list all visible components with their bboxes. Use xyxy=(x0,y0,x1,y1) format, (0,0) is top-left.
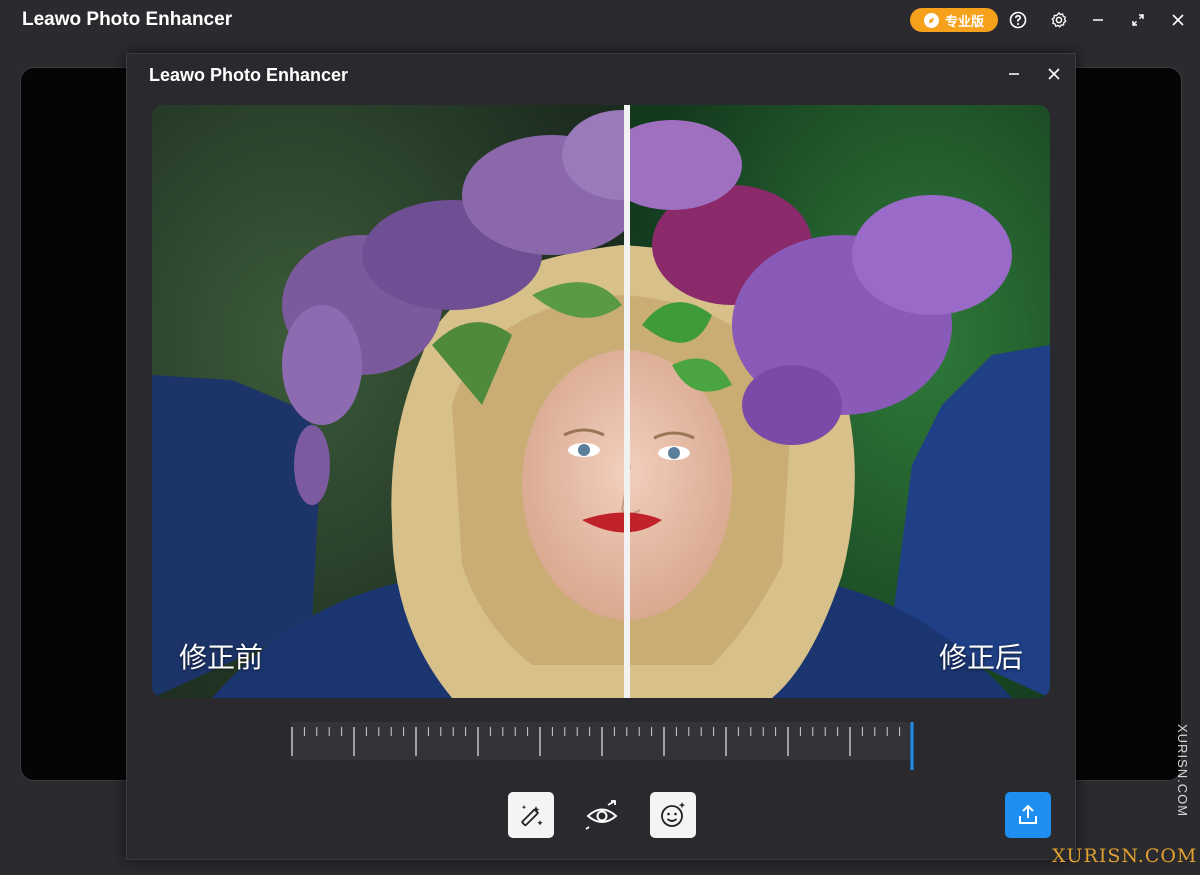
dialog-close-button[interactable] xyxy=(1044,64,1064,84)
magic-enhance-icon xyxy=(521,805,543,827)
dialog-title: Leawo Photo Enhancer xyxy=(149,65,349,85)
face-enhance-button[interactable] xyxy=(650,792,696,838)
settings-button[interactable] xyxy=(1048,9,1070,31)
close-icon xyxy=(1172,14,1184,26)
ruler-slider[interactable] xyxy=(291,722,914,770)
app-title: Leawo Photo Enhancer xyxy=(22,9,233,30)
help-button[interactable] xyxy=(1007,9,1029,31)
after-label: 修正后 xyxy=(938,642,1023,673)
minimize-icon xyxy=(1009,73,1019,75)
pro-badge-button[interactable]: 专业版 xyxy=(910,8,998,32)
export-icon xyxy=(1019,804,1037,824)
close-icon xyxy=(1048,68,1060,80)
compare-dialog: Leawo Photo Enhancer 修正前 修正后 xyxy=(126,53,1076,860)
app-titlebar: Leawo Photo Enhancer 专业版 xyxy=(0,0,1200,42)
settings-icon xyxy=(1051,12,1067,28)
portrait-image xyxy=(152,105,1050,698)
maximize-button[interactable] xyxy=(1127,9,1149,31)
export-button[interactable] xyxy=(1005,792,1051,838)
slider-marker[interactable] xyxy=(910,722,914,770)
eye-compare-button[interactable] xyxy=(579,792,625,838)
close-button[interactable] xyxy=(1167,9,1189,31)
maximize-icon xyxy=(1132,14,1144,26)
ruler-ticks xyxy=(291,722,914,770)
compare-divider-handle[interactable] xyxy=(624,105,630,698)
watermark-horizontal: XURISN.COM xyxy=(1052,845,1198,867)
eye-compare-icon xyxy=(585,800,618,830)
dialog-minimize-button[interactable] xyxy=(1004,64,1024,84)
rocket-icon xyxy=(923,12,939,28)
help-icon xyxy=(1009,11,1027,29)
minimize-button[interactable] xyxy=(1087,9,1109,31)
magic-enhance-button[interactable] xyxy=(508,792,554,838)
pro-badge-label: 专业版 xyxy=(944,13,984,29)
minimize-icon xyxy=(1093,19,1103,21)
face-enhance-icon xyxy=(661,802,686,827)
before-label: 修正前 xyxy=(179,642,264,673)
compare-photo[interactable]: 修正前 修正后 xyxy=(152,105,1050,698)
watermark-vertical: XURISN.COM xyxy=(1175,724,1190,818)
